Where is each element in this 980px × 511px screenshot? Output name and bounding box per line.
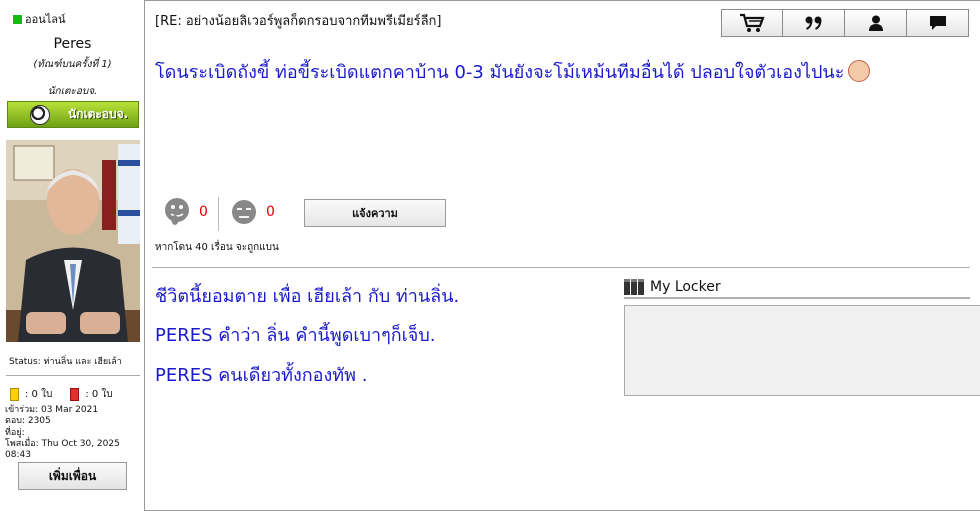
avatar[interactable] [6, 140, 140, 342]
tongue-face-icon [165, 198, 189, 225]
message-button[interactable] [907, 9, 969, 37]
vote-divider [218, 197, 219, 231]
user-title: นักเตะอบจ. [47, 86, 98, 97]
profile-button[interactable] [845, 9, 907, 37]
quote-button[interactable] [783, 9, 845, 37]
avatar-image [6, 140, 140, 342]
status-label: Status: [9, 357, 41, 367]
yellow-card-icon [10, 388, 19, 401]
user-rank: (ทัณฑ์บนครั้งที่ 1) [33, 59, 112, 70]
quote-icon [805, 16, 821, 30]
badge-label: นักเตะอบจ. [68, 107, 129, 121]
status-text: ท่านลิ่น และ เฮียเล้า [43, 357, 122, 367]
locker-icon [624, 279, 644, 295]
report-button[interactable]: แจ้งความ [304, 199, 446, 227]
red-card-count: : 0 ใบ [85, 389, 113, 400]
location: ที่อยู่: [5, 427, 25, 438]
card-counts: : 0 ใบ : 0 ใบ [10, 387, 113, 402]
joined-date: เข้าร่วม: 03 Mar 2021 [5, 405, 99, 415]
dislike-vote[interactable]: 0 [230, 196, 275, 228]
last-post: โพสเมื่อ: Thu Oct 30, 2025 08:43 [5, 438, 120, 461]
add-friend-button[interactable]: เพิ่มเพื่อน [18, 462, 127, 490]
user-badge: นักเตะอบจ. [7, 101, 139, 128]
post-count: ตอบ: 2305 [5, 416, 51, 427]
message-icon [929, 16, 946, 30]
post-topic: [RE: อย่างน้อยลิเวอร์พูลก็ตกรอบจากทีมพรี… [155, 14, 442, 29]
emoticon-icon [848, 60, 871, 82]
profile-icon [868, 15, 883, 31]
user-status: Status: ท่านลิ่น และ เฮียเล้า [9, 354, 122, 368]
signature-line: PERES คำว่า ลิ่น คำนี้พูดเบาๆก็เจ็บ. [155, 325, 436, 346]
signature-divider [152, 267, 970, 268]
post-text: โดนระเบิดถังขี้ ท่อขี้ระเบิดแตกคาบ้าน 0-… [155, 62, 845, 83]
post-toolbar [721, 9, 969, 37]
yellow-card-count: : 0 ใบ [25, 389, 53, 400]
like-count: 0 [199, 204, 208, 220]
divider [6, 375, 140, 376]
username[interactable]: Peres [0, 36, 145, 52]
user-panel: ออนไลน์ Peres (ทัณฑ์บนครั้งที่ 1) นักเตะ… [0, 0, 145, 511]
post-body: โดนระเบิดถังขี้ ท่อขี้ระเบิดแตกคาบ้าน 0-… [155, 57, 871, 86]
red-card-icon [70, 388, 80, 401]
ban-warning: หากโดน 40 เรื่อน จะถูกแบน [155, 242, 279, 253]
cart-button[interactable] [721, 9, 783, 37]
cart-icon [740, 13, 765, 32]
my-locker-header: My Locker [624, 277, 970, 299]
online-label: ออนไลน์ [25, 13, 66, 26]
online-dot-icon [13, 14, 22, 24]
online-status: ออนไลน์ [13, 10, 66, 28]
user-meta: เข้าร่วม: 03 Mar 2021 ตอบ: 2305 ที่อยู่:… [5, 405, 144, 461]
signature-line: ชีวิตนี้ยอมตาย เพื่อ เฮียเล้า กับ ท่านลิ… [155, 286, 460, 307]
football-icon [30, 104, 50, 125]
locker-title: My Locker [650, 279, 721, 295]
locker-content [624, 305, 980, 396]
like-vote[interactable]: 0 [163, 196, 208, 228]
meh-face-icon [232, 200, 256, 224]
signature-line: PERES คนเดียวทั้งกองทัพ . [155, 365, 368, 386]
dislike-count: 0 [266, 204, 275, 220]
